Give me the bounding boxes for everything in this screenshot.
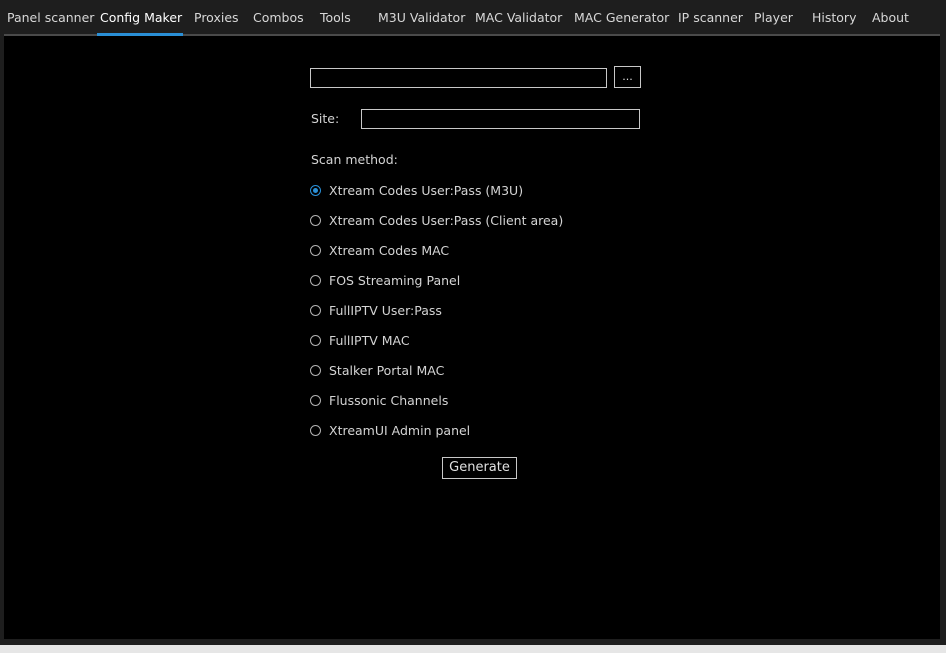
radio-label: Xtream Codes MAC [329, 242, 450, 258]
tab-bar: Panel scanner Config Maker Proxies Combo… [0, 0, 946, 36]
radio-xtream-codes-userpass-client-area[interactable]: Xtream Codes User:Pass (Client area) [310, 211, 563, 229]
radio-fulliptv-mac[interactable]: FullIPTV MAC [310, 331, 410, 349]
radio-button-icon[interactable] [310, 304, 321, 316]
tab-m3u-validator[interactable]: M3U Validator [378, 0, 465, 34]
radio-button-icon[interactable] [310, 394, 321, 406]
radio-button-icon[interactable] [310, 274, 321, 286]
tab-panel-scanner[interactable]: Panel scanner [7, 0, 94, 34]
file-path-input[interactable] [310, 68, 607, 88]
radio-button-icon[interactable] [310, 244, 321, 256]
tab-ip-scanner[interactable]: IP scanner [678, 0, 743, 34]
config-maker-panel: ... Site: Scan method: Xtream Codes User… [4, 36, 940, 639]
radio-label: Xtream Codes User:Pass (Client area) [329, 212, 564, 228]
radio-fulliptv-userpass[interactable]: FullIPTV User:Pass [310, 301, 442, 319]
browse-button[interactable]: ... [614, 66, 641, 88]
scan-method-label: Scan method: [311, 152, 398, 167]
tab-history[interactable]: History [812, 0, 856, 34]
radio-xtream-codes-userpass-m3u[interactable]: Xtream Codes User:Pass (M3U) [310, 181, 523, 199]
tab-combos[interactable]: Combos [253, 0, 304, 34]
radio-label: Flussonic Channels [329, 392, 449, 408]
radio-label: FullIPTV MAC [329, 332, 410, 348]
tab-config-maker[interactable]: Config Maker [100, 0, 182, 34]
radio-label: Xtream Codes User:Pass (M3U) [329, 182, 524, 198]
tab-about[interactable]: About [872, 0, 909, 34]
radio-fos-streaming-panel[interactable]: FOS Streaming Panel [310, 271, 460, 289]
tab-tools[interactable]: Tools [320, 0, 351, 34]
tab-mac-generator[interactable]: MAC Generator [574, 0, 669, 34]
radio-label: FOS Streaming Panel [329, 272, 461, 288]
radio-xtream-codes-mac[interactable]: Xtream Codes MAC [310, 241, 449, 259]
radio-button-icon[interactable] [310, 334, 321, 346]
site-input[interactable] [361, 109, 640, 129]
tab-proxies[interactable]: Proxies [194, 0, 239, 34]
generate-button[interactable]: Generate [442, 457, 517, 479]
app-window: Panel scanner Config Maker Proxies Combo… [0, 0, 946, 653]
radio-label: XtreamUI Admin panel [329, 422, 471, 438]
site-label: Site: [311, 111, 340, 126]
radio-button-icon[interactable] [310, 364, 321, 376]
radio-button-icon[interactable] [310, 424, 321, 436]
radio-label: Stalker Portal MAC [329, 362, 445, 378]
radio-button-icon[interactable] [310, 184, 321, 196]
radio-stalker-portal-mac[interactable]: Stalker Portal MAC [310, 361, 444, 379]
radio-label: FullIPTV User:Pass [329, 302, 442, 318]
radio-flussonic-channels[interactable]: Flussonic Channels [310, 391, 448, 409]
tab-mac-validator[interactable]: MAC Validator [475, 0, 562, 34]
tab-player[interactable]: Player [754, 0, 793, 34]
radio-xtreamui-admin-panel[interactable]: XtreamUI Admin panel [310, 421, 470, 439]
radio-button-icon[interactable] [310, 214, 321, 226]
window-bottom-edge [0, 645, 946, 653]
